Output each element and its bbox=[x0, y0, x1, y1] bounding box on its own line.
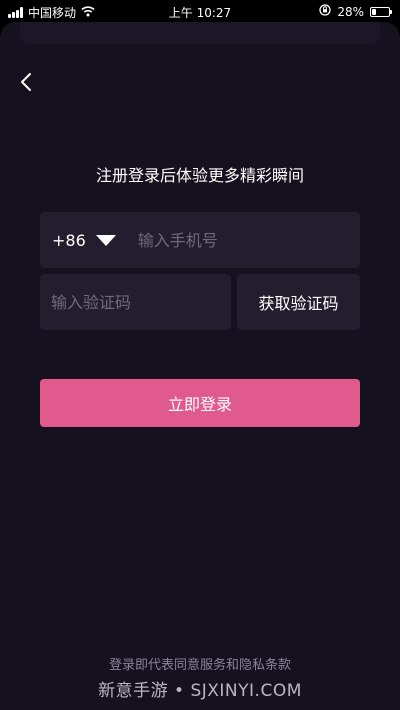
triangle-down-icon bbox=[95, 234, 116, 246]
status-right: 28% bbox=[319, 4, 392, 19]
battery-icon bbox=[370, 6, 392, 17]
terms-link[interactable]: 登录即代表同意服务和隐私条款 bbox=[0, 654, 400, 673]
verification-code-input[interactable] bbox=[40, 274, 231, 330]
phone-input[interactable] bbox=[135, 211, 360, 269]
login-button[interactable]: 立即登录 bbox=[40, 379, 360, 427]
battery-level bbox=[372, 8, 376, 15]
country-code-selector[interactable]: +86 bbox=[40, 231, 116, 250]
country-code-label: +86 bbox=[52, 230, 86, 250]
orientation-lock-icon bbox=[319, 4, 331, 19]
watermark: 新意手游 • SJXINYI.COM bbox=[98, 681, 302, 701]
battery-percent: 28% bbox=[337, 4, 364, 19]
verification-row: 获取验证码 bbox=[40, 274, 360, 330]
phone-field: +86 bbox=[40, 211, 360, 269]
status-bar: 中国移动 上午 10:27 28% bbox=[0, 0, 400, 22]
back-button[interactable] bbox=[10, 68, 42, 100]
sheet-header bbox=[20, 22, 380, 44]
get-code-button[interactable]: 获取验证码 bbox=[237, 274, 360, 330]
page-heading: 注册登录后体验更多精彩瞬间 bbox=[95, 166, 304, 185]
chevron-left-icon bbox=[19, 71, 33, 97]
login-screen: 注册登录后体验更多精彩瞬间 +86 获取验证码 立即登录 登录即代表同意服务和隐… bbox=[0, 22, 400, 710]
